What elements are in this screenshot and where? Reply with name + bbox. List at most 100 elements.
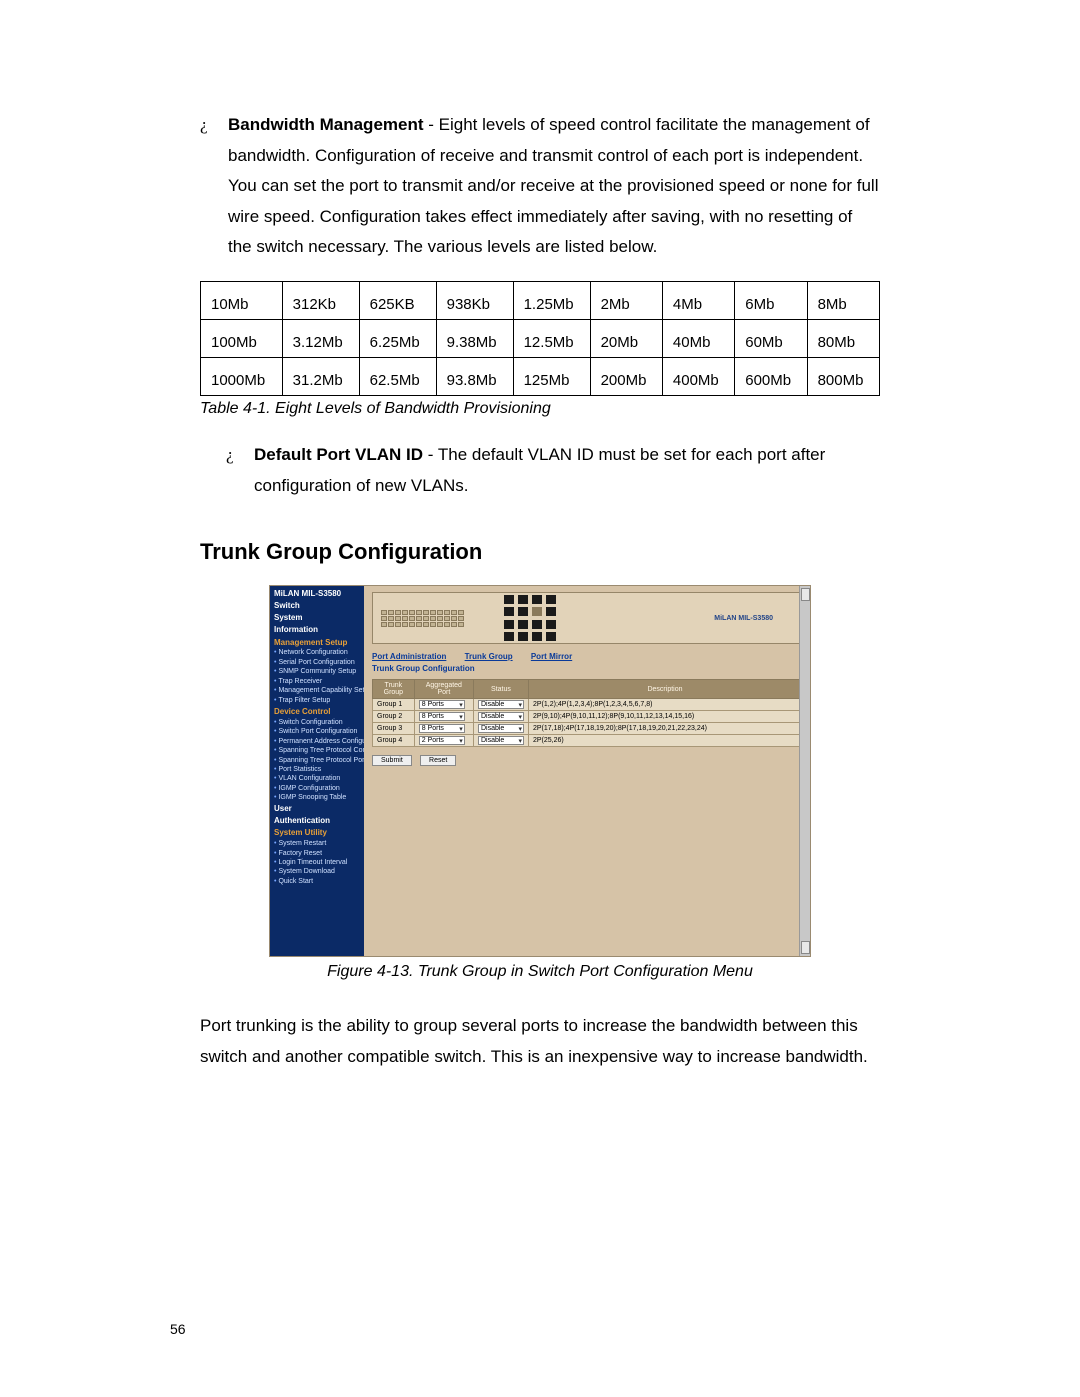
bullet-title: Default Port VLAN ID — [254, 445, 423, 464]
app-main: MiLAN MIL-S3580 Port Administration Trun… — [364, 586, 810, 956]
status-select[interactable]: Disable — [478, 700, 524, 709]
tab-port-administration[interactable]: Port Administration — [372, 652, 446, 661]
sidebar-item[interactable]: Management Capability Setup — [274, 686, 361, 695]
port-led — [402, 616, 408, 621]
port-led — [381, 610, 387, 615]
tab-port-mirror[interactable]: Port Mirror — [531, 652, 572, 661]
sidebar-item: Switch — [274, 601, 361, 612]
port-led — [381, 616, 387, 621]
port-led — [444, 610, 450, 615]
sidebar-item[interactable]: IGMP Configuration — [274, 784, 361, 793]
port-led — [451, 622, 457, 627]
port-led-grid — [381, 610, 464, 627]
status-select[interactable]: Disable — [478, 712, 524, 721]
sidebar-item: System — [274, 613, 361, 624]
sidebar-item[interactable]: IGMP Snooping Table — [274, 793, 361, 802]
sidebar-item[interactable]: Switch Port Configuration — [274, 727, 361, 736]
table-row: 100Mb3.12Mb6.25Mb9.38Mb12.5Mb20Mb40Mb60M… — [201, 319, 880, 357]
bullet-title: Bandwidth Management — [228, 115, 424, 134]
port-led — [451, 616, 457, 621]
scrollbar-vertical[interactable] — [799, 586, 810, 956]
port-led — [458, 610, 464, 615]
port-led — [437, 610, 443, 615]
table-cell: 2Mb — [590, 281, 662, 319]
cell-description: 2P(9,10);4P(9,10,11,12);8P(9,10,11,12,13… — [528, 711, 801, 723]
table-cell: 10Mb — [201, 281, 283, 319]
panel-subtitle: Trunk Group Configuration — [372, 664, 802, 673]
sidebar-item[interactable]: VLAN Configuration — [274, 774, 361, 783]
bullet-glyph: ¿ — [226, 440, 244, 501]
scrollbar-thumb-top[interactable] — [801, 588, 810, 601]
port-led — [458, 622, 464, 627]
table-cell: 625KB — [359, 281, 436, 319]
port-led — [388, 610, 394, 615]
aggregated-port-select[interactable]: 8 Ports — [419, 712, 465, 721]
port-led — [437, 616, 443, 621]
aggregated-port-select[interactable]: 2 Ports — [419, 736, 465, 745]
table-cell: 400Mb — [662, 357, 734, 395]
sidebar-item: Authentication — [274, 816, 361, 827]
cell-group: Group 2 — [373, 711, 415, 723]
submit-button[interactable]: Submit — [372, 755, 412, 766]
sidebar-item[interactable]: Spanning Tree Protocol Configuration — [274, 746, 361, 755]
device-panel: MiLAN MIL-S3580 — [372, 592, 802, 644]
sidebar-item[interactable]: Switch Configuration — [274, 718, 361, 727]
sidebar-item[interactable]: SNMP Community Setup — [274, 667, 361, 676]
sidebar-item[interactable]: Network Configuration — [274, 648, 361, 657]
table-cell: 200Mb — [590, 357, 662, 395]
bullet-body: - Eight levels of speed control facilita… — [228, 115, 878, 256]
cell-description: 2P(25,26) — [528, 735, 801, 747]
table-cell: 100Mb — [201, 319, 283, 357]
table-cell: 6Mb — [735, 281, 807, 319]
table-row: 1000Mb31.2Mb62.5Mb93.8Mb125Mb200Mb400Mb6… — [201, 357, 880, 395]
table-cell: 12.5Mb — [513, 319, 590, 357]
sidebar-item[interactable]: Permanent Address Configuration — [274, 737, 361, 746]
table-row: Group 38 PortsDisable2P(17,18);4P(17,18,… — [373, 723, 802, 735]
sidebar-item[interactable]: Trap Filter Setup — [274, 696, 361, 705]
tab-trunk-group[interactable]: Trunk Group — [465, 652, 513, 661]
sidebar-item[interactable]: System Restart — [274, 839, 361, 848]
reset-button[interactable]: Reset — [420, 755, 456, 766]
port-led — [416, 622, 422, 627]
cell-aggregated-port: 8 Ports — [414, 699, 473, 711]
figure-caption: Figure 4-13. Trunk Group in Switch Port … — [200, 963, 880, 981]
col-trunk-group: Trunk Group — [373, 680, 415, 699]
table-cell: 312Kb — [282, 281, 359, 319]
table-cell: 1000Mb — [201, 357, 283, 395]
cell-status: Disable — [473, 723, 528, 735]
sidebar-item: User — [274, 804, 361, 815]
port-led — [444, 622, 450, 627]
sidebar-item[interactable]: Spanning Tree Protocol Port Configuratio… — [274, 756, 361, 765]
status-select[interactable]: Disable — [478, 724, 524, 733]
status-select[interactable]: Disable — [478, 736, 524, 745]
table-cell: 800Mb — [807, 357, 879, 395]
port-led — [451, 610, 457, 615]
cell-status: Disable — [473, 699, 528, 711]
aggregated-port-select[interactable]: 8 Ports — [419, 700, 465, 709]
sidebar-item[interactable]: Factory Reset — [274, 849, 361, 858]
table-cell: 3.12Mb — [282, 319, 359, 357]
sidebar-item: Device Control — [274, 707, 361, 718]
page-number: 56 — [170, 1321, 186, 1337]
sidebar-item[interactable]: System Download — [274, 867, 361, 876]
table-cell: 8Mb — [807, 281, 879, 319]
table-cell: 125Mb — [513, 357, 590, 395]
table-row: Group 42 PortsDisable2P(25,26) — [373, 735, 802, 747]
cell-description: 2P(17,18);4P(17,18,19,20);8P(17,18,19,20… — [528, 723, 801, 735]
table-cell: 4Mb — [662, 281, 734, 319]
section-heading: Trunk Group Configuration — [200, 539, 880, 565]
table-caption: Table 4-1. Eight Levels of Bandwidth Pro… — [200, 400, 880, 418]
sidebar-item[interactable]: Login Timeout Interval — [274, 858, 361, 867]
port-led — [430, 610, 436, 615]
scrollbar-thumb-bottom[interactable] — [801, 941, 810, 954]
sidebar-item[interactable]: Port Statistics — [274, 765, 361, 774]
port-led — [423, 610, 429, 615]
sidebar-item[interactable]: Trap Receiver — [274, 677, 361, 686]
device-model-label: MiLAN MIL-S3580 — [596, 615, 793, 622]
table-cell: 62.5Mb — [359, 357, 436, 395]
aggregated-port-select[interactable]: 8 Ports — [419, 724, 465, 733]
cell-group: Group 1 — [373, 699, 415, 711]
sidebar-item[interactable]: Serial Port Configuration — [274, 658, 361, 667]
col-description: Description — [528, 680, 801, 699]
sidebar-item[interactable]: Quick Start — [274, 877, 361, 886]
